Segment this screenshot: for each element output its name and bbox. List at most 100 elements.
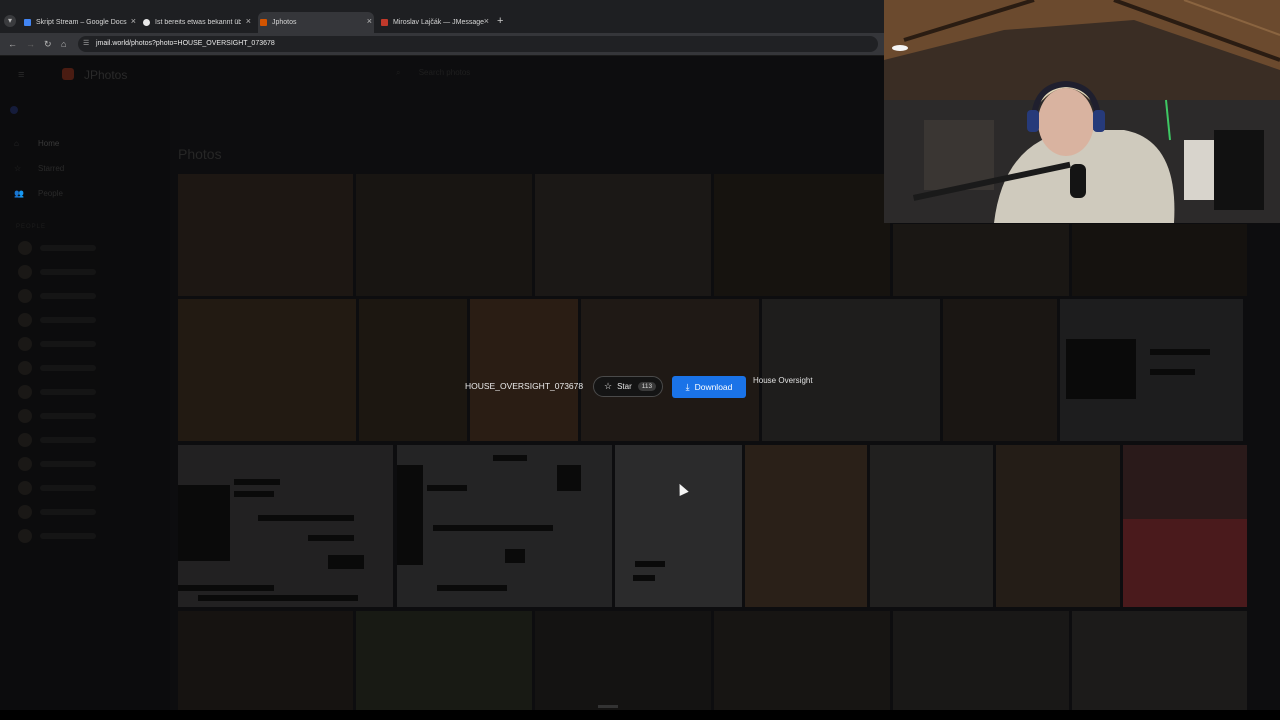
person-item[interactable] — [18, 337, 96, 351]
person-item[interactable] — [18, 361, 96, 375]
photo-tile[interactable] — [893, 224, 1069, 296]
home-icon: ⌂ — [14, 139, 19, 148]
photo-tile[interactable] — [178, 611, 353, 710]
photo-tile[interactable] — [893, 611, 1069, 710]
tab-jmessage[interactable]: Miroslav Lajčák — JMessage × — [381, 14, 489, 30]
photo-tile[interactable] — [615, 445, 742, 607]
photo-tile[interactable] — [178, 299, 356, 441]
person-item[interactable] — [18, 529, 96, 543]
photo-tile[interactable] — [470, 299, 578, 441]
avatar — [18, 289, 32, 303]
sidebar-item-starred[interactable]: ☆ Starred — [14, 164, 64, 173]
site-info-icon[interactable]: ☰ — [83, 39, 89, 47]
sidebar-item-people[interactable]: 👥 People — [14, 189, 63, 198]
search-input[interactable]: ⌕ Search photos — [396, 68, 756, 84]
brand-name: JPhotos — [84, 68, 128, 82]
photo-tile[interactable] — [996, 445, 1120, 607]
redaction-block — [234, 491, 274, 497]
photo-tile[interactable] — [356, 611, 532, 710]
photo-tile[interactable] — [535, 611, 711, 710]
redaction-block — [633, 575, 655, 581]
star-icon: ☆ — [604, 381, 613, 391]
tab-title: Miroslav Lajčák — JMessage — [393, 18, 485, 26]
person-item[interactable] — [18, 241, 96, 255]
photo-tile[interactable] — [535, 174, 711, 296]
redaction-block — [505, 549, 525, 563]
sidebar-item-label: Home — [38, 139, 60, 148]
person-name — [40, 509, 96, 515]
redaction-block — [1066, 339, 1136, 399]
person-name — [40, 245, 96, 251]
photo-tile[interactable] — [762, 299, 940, 441]
download-label: Download — [694, 382, 733, 392]
person-item[interactable] — [18, 313, 96, 327]
avatar — [18, 409, 32, 423]
tab-google-docs[interactable]: Skript Stream – Google Docs × — [24, 14, 136, 30]
photo-tile[interactable] — [714, 611, 890, 710]
photo-tile[interactable] — [356, 174, 532, 296]
people-icon: 👥 — [14, 189, 24, 198]
tab-search-chevron-icon[interactable]: ▾ — [4, 15, 16, 27]
avatar — [18, 241, 32, 255]
redaction-block — [178, 485, 230, 561]
tab-close-icon[interactable]: × — [246, 16, 251, 26]
photo-tile[interactable] — [1072, 224, 1247, 296]
home-icon[interactable]: ⌂ — [61, 38, 66, 50]
photo-tile[interactable] — [1123, 445, 1247, 607]
person-name — [40, 365, 96, 371]
reload-icon[interactable]: ↻ — [44, 38, 52, 50]
redaction-block — [397, 465, 423, 565]
photo-tile[interactable] — [178, 445, 393, 607]
star-button[interactable]: ☆ Star 113 — [593, 376, 663, 397]
avatar — [18, 361, 32, 375]
jmessage-favicon-icon — [381, 18, 388, 26]
tab-close-icon[interactable]: × — [131, 16, 136, 26]
person-item[interactable] — [18, 481, 96, 495]
sidebar-item-home[interactable]: ⌂ Home — [14, 139, 59, 148]
photo-tile[interactable] — [1072, 611, 1247, 710]
jphotos-logo-icon — [62, 68, 74, 80]
back-icon[interactable]: ← — [8, 38, 17, 50]
tab-close-icon[interactable]: × — [367, 16, 372, 26]
photo-tile[interactable] — [714, 174, 890, 296]
person-item[interactable] — [18, 457, 96, 471]
photo-tile[interactable] — [178, 174, 353, 296]
person-name — [40, 461, 96, 467]
photo-tile[interactable] — [581, 299, 759, 441]
person-item[interactable] — [18, 289, 96, 303]
person-item[interactable] — [18, 265, 96, 279]
photo-tile[interactable] — [397, 445, 612, 607]
poster-red-area — [1123, 519, 1247, 607]
address-bar[interactable]: ☰ jmail.world/photos?photo=HOUSE_OVERSIG… — [78, 36, 878, 52]
redaction-block — [1150, 369, 1195, 375]
person-item[interactable] — [18, 385, 96, 399]
redaction-block — [308, 535, 354, 541]
scrollbar[interactable] — [598, 705, 618, 708]
avatar — [18, 481, 32, 495]
person-item[interactable] — [18, 505, 96, 519]
person-name — [40, 269, 96, 275]
sidebar-item-label: Starred — [38, 164, 65, 173]
photo-tile[interactable] — [943, 299, 1057, 441]
url-text[interactable]: jmail.world/photos?photo=HOUSE_OVERSIGHT… — [96, 40, 275, 47]
download-button[interactable]: ⤓ Download — [672, 376, 746, 398]
avatar — [18, 433, 32, 447]
hamburger-icon[interactable]: ≡ — [18, 69, 24, 81]
person-item[interactable] — [18, 433, 96, 447]
photo-tile[interactable] — [870, 445, 993, 607]
page-title: Photos — [178, 146, 222, 162]
person-name — [40, 413, 96, 419]
photo-tile[interactable] — [745, 445, 867, 607]
tab-close-icon[interactable]: × — [484, 16, 489, 26]
tab-title: Skript Stream – Google Docs — [36, 18, 127, 26]
tab-jphotos[interactable]: Jphotos × — [258, 12, 374, 33]
tab-search-result[interactable]: Ist bereits etwas bekannt über ... × — [143, 14, 251, 30]
avatar — [18, 313, 32, 327]
search-icon: ⌕ — [396, 68, 401, 77]
person-item[interactable] — [18, 409, 96, 423]
forward-icon[interactable]: → — [26, 38, 35, 50]
avatar — [18, 505, 32, 519]
photo-tile[interactable] — [359, 299, 467, 441]
photo-tile[interactable] — [1060, 299, 1243, 441]
plus-icon[interactable]: + — [497, 15, 503, 27]
